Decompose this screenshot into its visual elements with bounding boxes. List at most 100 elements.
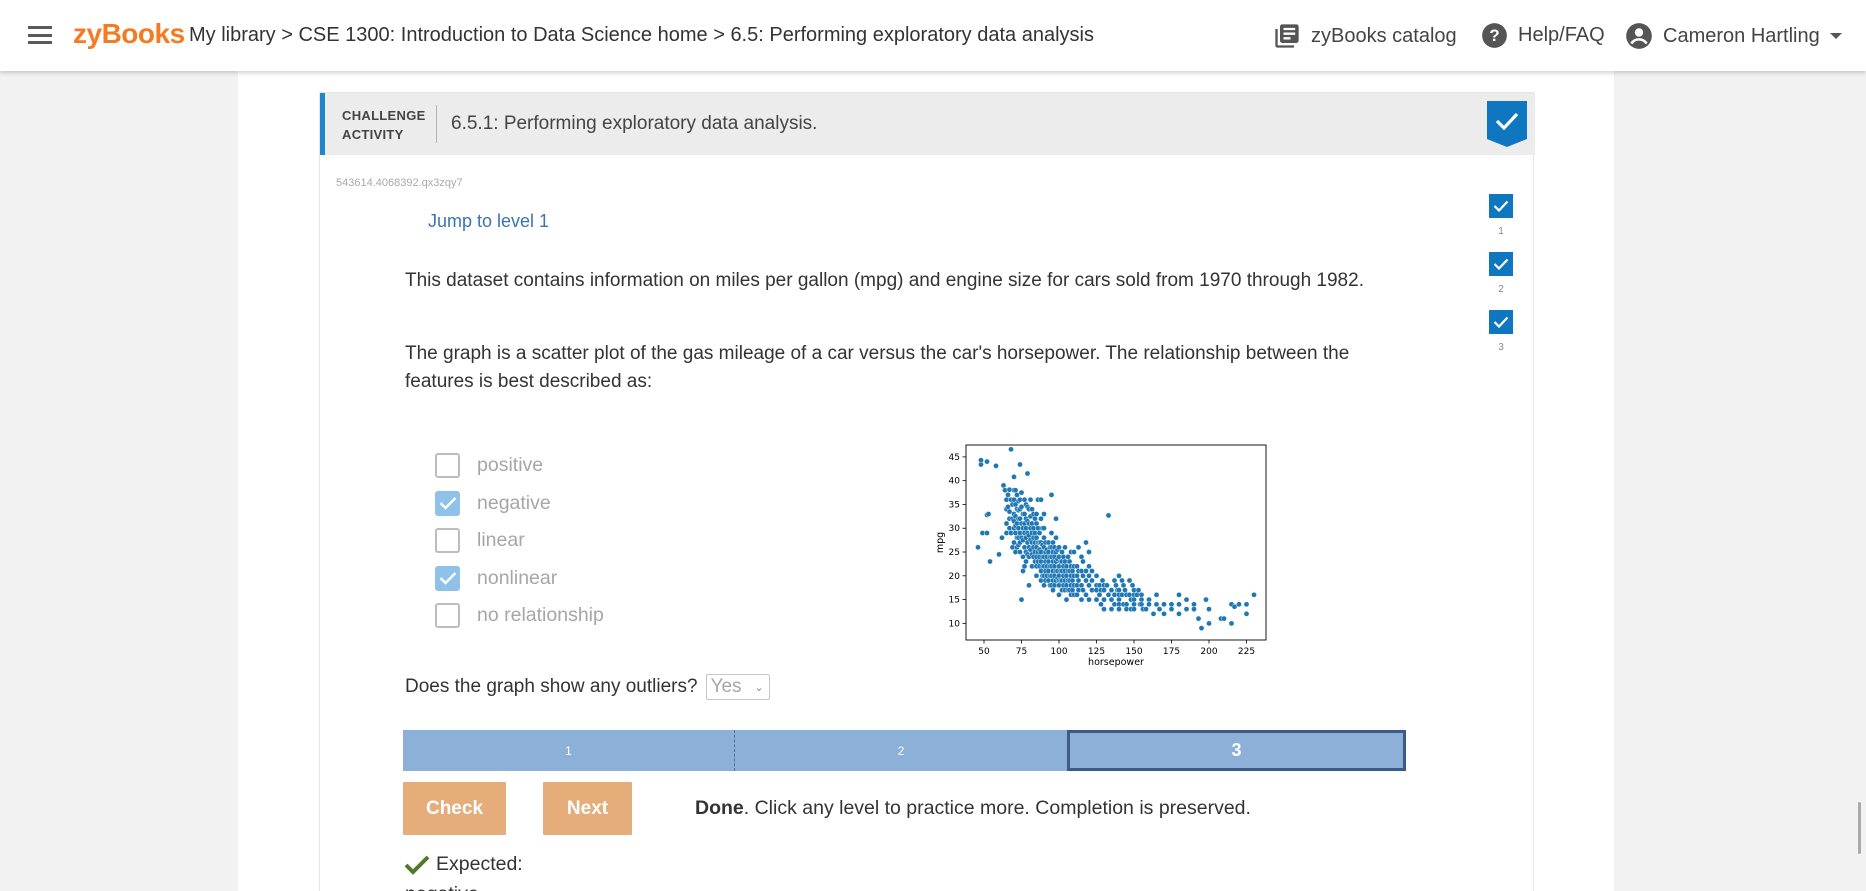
scrollbar-thumb[interactable] [1858, 802, 1861, 854]
data-point [1041, 525, 1047, 531]
library-books-icon [1275, 24, 1299, 48]
y-tick-label: 45 [949, 453, 960, 463]
data-point [1026, 582, 1032, 589]
jump-to-level-link[interactable]: Jump to level 1 [428, 211, 549, 232]
data-point [1126, 577, 1133, 584]
outlier-select[interactable]: Yes ⌄ [705, 674, 770, 700]
checkbox-checked[interactable] [435, 490, 460, 516]
data-point [1183, 606, 1190, 612]
breadcrumb-my-library[interactable]: My library [189, 24, 276, 46]
data-point [1138, 601, 1145, 608]
data-point [1228, 620, 1235, 627]
data-point [1056, 591, 1062, 598]
data-point [1011, 474, 1017, 480]
data-point [1113, 582, 1119, 589]
level-indicator-number: 1 [1498, 226, 1504, 237]
data-point [1086, 582, 1092, 589]
user-menu[interactable]: Cameron Hartling [1625, 22, 1843, 50]
data-point [1008, 446, 1014, 453]
option-no-relationship[interactable]: no relationship [435, 602, 604, 628]
data-point [1093, 596, 1100, 603]
checkbox[interactable] [435, 527, 460, 553]
level-2-button[interactable]: 2 [735, 730, 1067, 771]
option-label: negative [477, 491, 551, 514]
check-button[interactable]: Check [403, 782, 506, 835]
help-link[interactable]: ? Help/FAQ [1481, 22, 1605, 49]
data-point [1161, 610, 1167, 617]
data-point [1078, 582, 1085, 589]
option-positive[interactable]: positive [435, 452, 543, 478]
data-point [1021, 496, 1028, 503]
data-point [1161, 601, 1167, 608]
breadcrumb-section[interactable]: 6.5: Performing exploratory data analysi… [730, 24, 1094, 46]
checkbox[interactable] [435, 452, 460, 478]
user-name: Cameron Hartling [1663, 24, 1820, 47]
expected-feedback: Expected: [404, 853, 523, 876]
level-1-button[interactable]: 1 [403, 730, 735, 771]
data-point [1086, 596, 1092, 603]
x-tick-label: 50 [978, 647, 990, 657]
activity-id: 543614.4068392.qx3zqy7 [336, 177, 463, 189]
level-bar: 1 2 3 [403, 730, 1406, 771]
menu-icon[interactable] [28, 26, 52, 44]
checkbox[interactable] [435, 602, 460, 628]
data-point [1069, 577, 1076, 584]
next-button[interactable]: Next [543, 782, 632, 835]
scrollbar[interactable] [1852, 71, 1866, 891]
option-negative[interactable]: negative [435, 490, 551, 516]
data-point [1086, 572, 1092, 579]
catalog-link[interactable]: zyBooks catalog [1273, 22, 1457, 50]
y-tick-label: 35 [949, 500, 960, 510]
data-point [1074, 563, 1080, 570]
catalog-label: zyBooks catalog [1311, 24, 1457, 47]
data-point [1053, 515, 1059, 522]
outlier-select-value: Yes [710, 676, 742, 697]
data-point [1156, 606, 1163, 612]
level-3-button[interactable]: 3 [1067, 730, 1406, 771]
data-point [1146, 601, 1152, 608]
zybooks-logo[interactable]: zyBooks [73, 18, 185, 50]
data-point [1020, 568, 1026, 574]
data-point [987, 558, 993, 565]
level-indicator-1[interactable]: 1 [1489, 194, 1513, 237]
option-linear[interactable]: linear [435, 527, 525, 553]
data-point [1078, 553, 1085, 560]
breadcrumb-course-home[interactable]: CSE 1300: Introduction to Data Science h… [298, 24, 707, 46]
data-point [1104, 582, 1110, 589]
challenge-activity: CHALLENGE ACTIVITY 6.5.1: Performing exp… [319, 92, 1535, 891]
data-point [1131, 606, 1137, 612]
data-point [1101, 596, 1107, 603]
data-point [1138, 596, 1145, 603]
data-point [984, 458, 990, 465]
data-point [1089, 568, 1095, 574]
data-point [1041, 511, 1047, 517]
x-tick-label: 150 [1125, 647, 1142, 657]
x-tick-label: 125 [1088, 647, 1105, 657]
data-point [1086, 563, 1092, 570]
data-point [1032, 515, 1038, 522]
status-text: . Click any level to practice more. Comp… [743, 797, 1251, 819]
data-point [1071, 549, 1077, 555]
level-indicator-2[interactable]: 2 [1489, 252, 1513, 295]
data-point [1146, 596, 1152, 603]
data-point [1176, 601, 1182, 608]
option-nonlinear[interactable]: nonlinear [435, 565, 557, 591]
data-point [1029, 506, 1035, 512]
data-point [1206, 606, 1212, 612]
level-indicator-3[interactable]: 3 [1489, 310, 1513, 353]
data-point [1017, 549, 1023, 555]
checkbox-checked[interactable] [435, 565, 460, 591]
data-point [1111, 577, 1118, 584]
data-point [1150, 610, 1157, 617]
svg-text:?: ? [1489, 26, 1499, 45]
outlier-question: Does the graph show any outliers? Yes ⌄ [405, 674, 770, 700]
data-point [1038, 515, 1044, 522]
x-axis-label: horsepower [1088, 657, 1144, 668]
check-icon [1493, 258, 1509, 270]
data-point [1033, 511, 1040, 517]
data-point [1027, 496, 1034, 503]
data-point [993, 463, 999, 469]
data-point [1033, 520, 1040, 527]
dataset-description: This dataset contains information on mil… [405, 270, 1364, 291]
data-point [1083, 577, 1089, 584]
